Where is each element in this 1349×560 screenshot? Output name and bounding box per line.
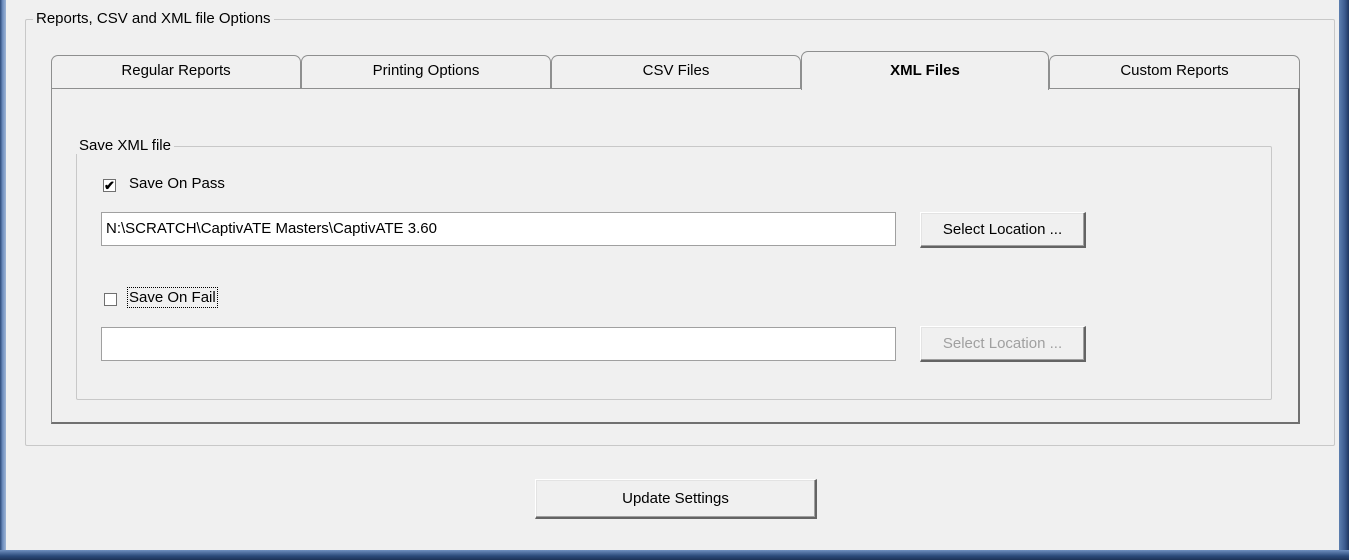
window-frame-bottom xyxy=(0,550,1349,560)
save-on-fail-checkbox[interactable] xyxy=(104,293,117,306)
update-settings-button[interactable]: Update Settings xyxy=(535,479,817,519)
tab-csv-files-label: CSV Files xyxy=(642,62,710,79)
window-frame-left xyxy=(0,0,6,560)
reports-options-group-title: Reports, CSV and XML file Options xyxy=(33,10,274,27)
tab-csv-files[interactable]: CSV Files xyxy=(551,55,801,89)
save-on-fail-path-field[interactable] xyxy=(101,327,896,361)
checkmark-icon: ✔ xyxy=(104,178,115,193)
tab-xml-files-label: XML Files xyxy=(890,62,960,79)
tab-printing-options-label: Printing Options xyxy=(372,62,480,79)
tab-printing-options[interactable]: Printing Options xyxy=(301,55,551,89)
select-location-fail-button: Select Location ... xyxy=(920,326,1086,362)
window-frame-right xyxy=(1339,0,1349,560)
save-xml-file-groupbox xyxy=(76,146,1272,400)
tab-regular-reports[interactable]: Regular Reports xyxy=(51,55,301,89)
save-on-pass-label[interactable]: Save On Pass xyxy=(129,175,225,192)
save-on-fail-label[interactable]: Save On Fail xyxy=(127,287,218,308)
tab-regular-reports-label: Regular Reports xyxy=(121,62,231,79)
save-on-pass-checkbox[interactable]: ✔ xyxy=(103,179,116,192)
tab-custom-reports-label: Custom Reports xyxy=(1120,62,1229,79)
save-on-pass-path-field[interactable]: N:\SCRATCH\CaptivATE Masters\CaptivATE 3… xyxy=(101,212,896,246)
tab-custom-reports[interactable]: Custom Reports xyxy=(1049,55,1300,89)
tab-xml-files[interactable]: XML Files xyxy=(801,51,1049,90)
select-location-pass-button[interactable]: Select Location ... xyxy=(920,212,1086,248)
save-xml-file-group-title: Save XML file xyxy=(76,137,174,154)
